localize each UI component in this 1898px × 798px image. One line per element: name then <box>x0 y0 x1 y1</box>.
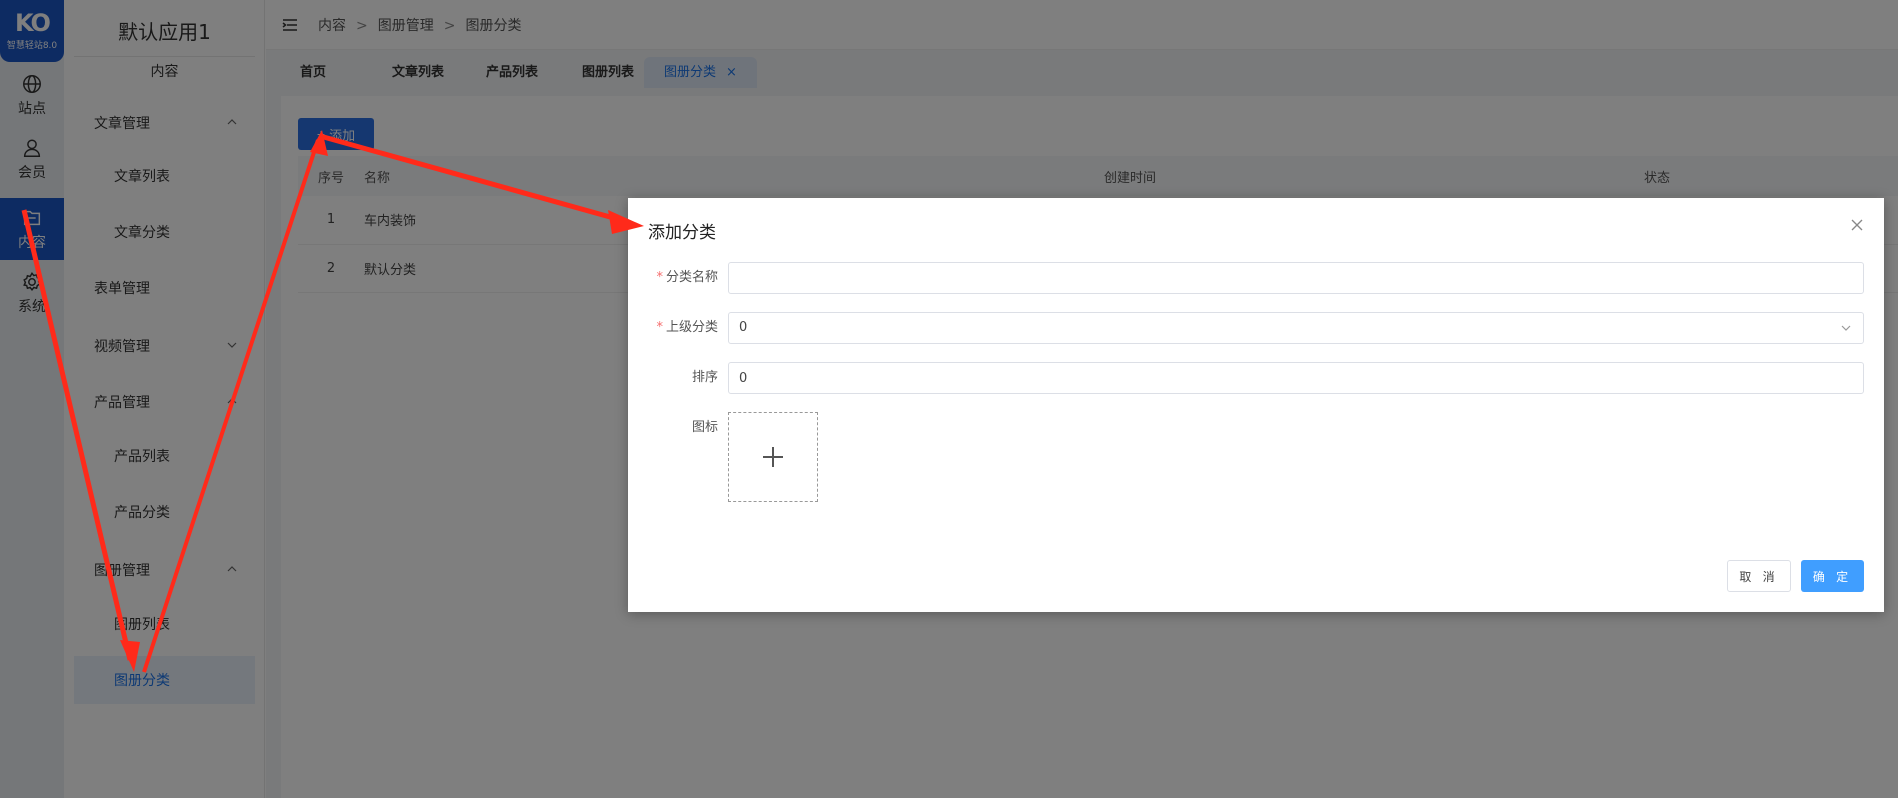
icon-upload[interactable] <box>728 412 818 502</box>
category-name-input[interactable] <box>728 262 1864 294</box>
field-label: 排序 <box>691 370 718 385</box>
cancel-button[interactable]: 取 消 <box>1727 560 1791 592</box>
close-icon[interactable] <box>1850 218 1864 232</box>
plus-icon <box>763 447 783 467</box>
field-label: * 上级分类 <box>628 312 718 344</box>
chevron-down-icon <box>1841 325 1851 331</box>
required-mark: * <box>656 320 663 335</box>
required-mark: * <box>656 270 663 285</box>
select-value: 0 <box>739 320 748 335</box>
field-label-text: 上级分类 <box>665 320 718 335</box>
add-category-dialog: 添加分类 *分类名称 *上级分类 0 排序 图标 取 消 确 定 <box>628 198 1884 612</box>
field-label: 图标 <box>691 420 718 435</box>
field-label: * 分类名称 <box>628 262 718 294</box>
confirm-button[interactable]: 确 定 <box>1801 560 1864 592</box>
sort-input[interactable] <box>728 362 1864 394</box>
parent-category-select[interactable]: 0 <box>728 312 1864 344</box>
dialog-title: 添加分类 <box>648 223 716 243</box>
field-label-text: 分类名称 <box>665 270 718 285</box>
